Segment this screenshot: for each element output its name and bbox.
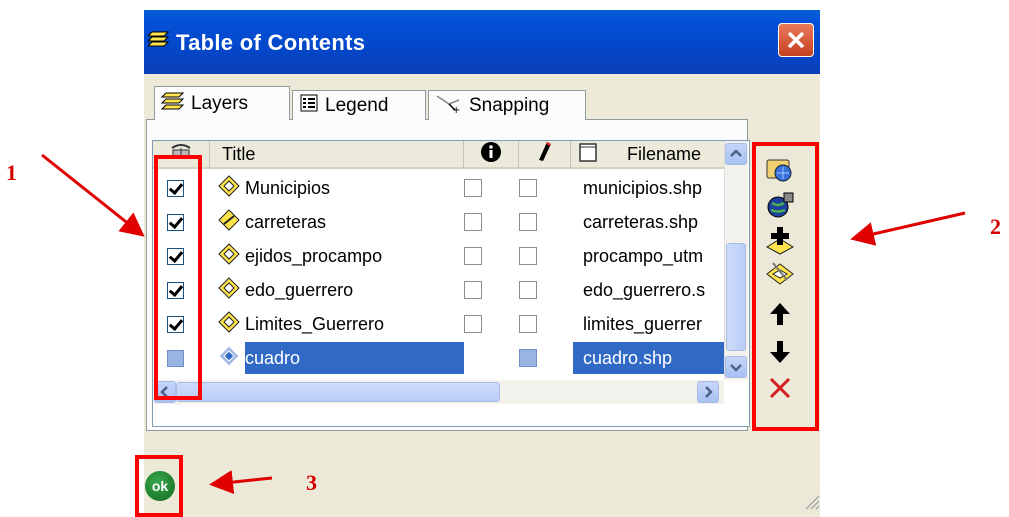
arrow-1 (41, 153, 145, 237)
annotation-arrows (41, 153, 966, 495)
tab-label: Layers (191, 92, 249, 114)
arrow-3 (209, 470, 273, 495)
tab-layers[interactable]: Layers (154, 86, 290, 120)
arrow-2 (850, 211, 966, 246)
layers-icon (160, 91, 185, 117)
